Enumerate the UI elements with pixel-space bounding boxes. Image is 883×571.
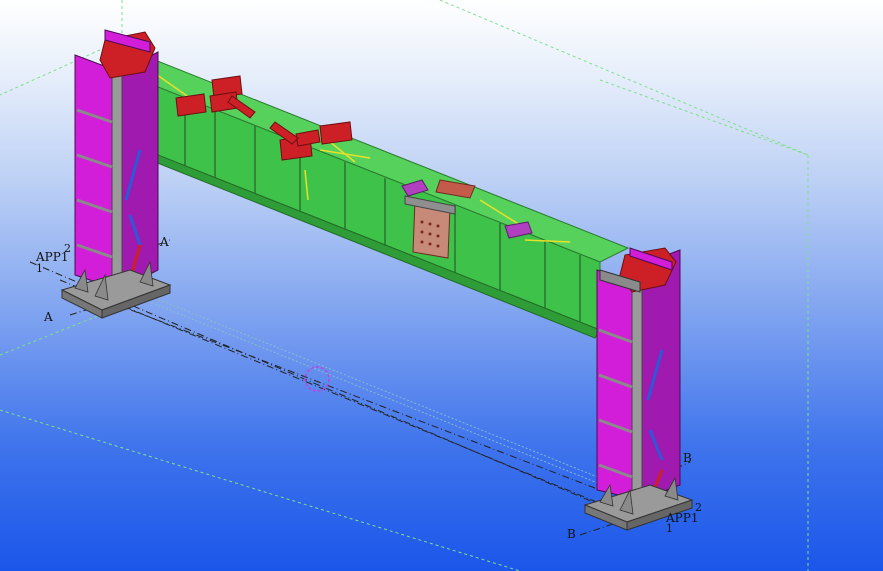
grid-label-b-right: B <box>683 451 692 465</box>
axis-label-right-2: 2 <box>695 501 702 514</box>
grid-label-a-left: A <box>43 310 53 324</box>
axis-label-left-2: 2 <box>64 242 71 255</box>
axis-label-right-1: 1 <box>666 522 673 535</box>
left-column[interactable] <box>60 29 172 319</box>
grid-label-a-top: A <box>159 235 169 249</box>
grid-label-b-bottom: B <box>567 527 576 541</box>
model-viewport[interactable]: A A APP1 2 1 B B APP1 2 1 <box>0 0 883 571</box>
structure-3d-view[interactable]: A A APP1 2 1 B B APP1 2 1 <box>0 0 883 571</box>
right-column[interactable] <box>583 247 694 531</box>
selection-circle[interactable] <box>304 366 330 392</box>
centerline-dim <box>139 291 601 485</box>
axis-label-left-1: 1 <box>36 262 43 275</box>
